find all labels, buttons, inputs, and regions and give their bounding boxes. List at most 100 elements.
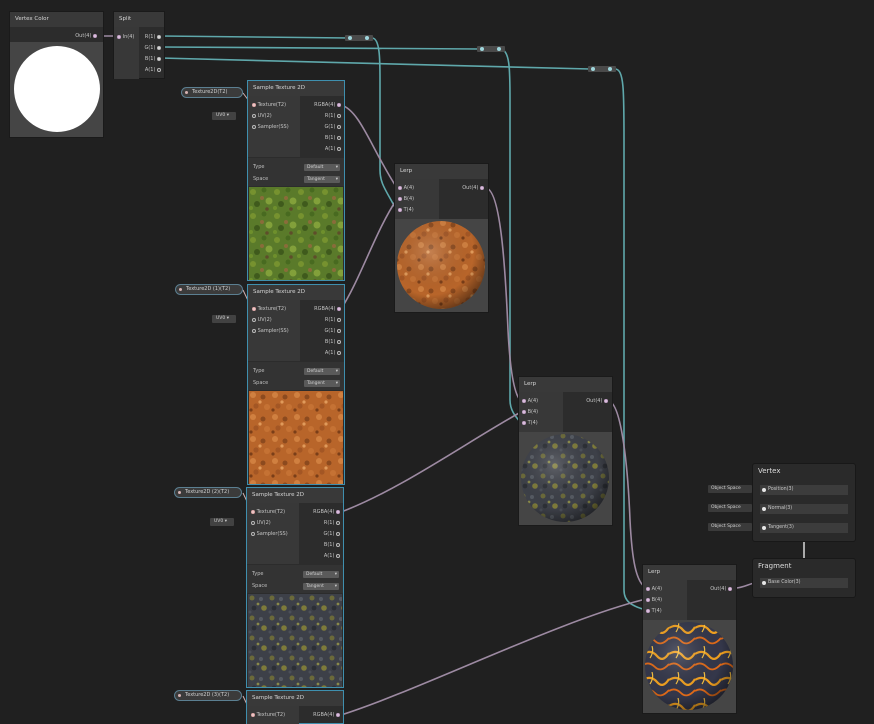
rgba-output-port[interactable]: RGBA(4) (314, 304, 341, 314)
rgba-output-port[interactable]: RGBA(4) (313, 710, 340, 720)
sampler-input-port[interactable]: Sampler(SS) (251, 529, 288, 539)
split-a-port[interactable]: A(1) (145, 65, 161, 75)
object-space-field[interactable]: Object Space (708, 523, 752, 531)
port-dot[interactable] (336, 509, 340, 514)
port-dot[interactable] (157, 45, 161, 50)
lerp-t-port[interactable]: T(4) (522, 418, 538, 428)
port-dot[interactable] (179, 288, 182, 291)
texture-input-port[interactable]: Texture(T2) (252, 100, 286, 110)
g-output-port[interactable]: G(1) (324, 122, 341, 132)
type-dropdown[interactable]: Default (304, 164, 340, 171)
vertex-color-node[interactable]: Vertex Color Out(4) (9, 11, 104, 138)
port-dot[interactable] (252, 328, 256, 333)
space-dropdown[interactable]: Tangent (304, 380, 340, 387)
lerp-out-port[interactable]: Out(4) (710, 584, 732, 594)
space-dropdown[interactable]: Tangent (303, 583, 339, 590)
lerp-node[interactable]: Lerp A(4) B(4) T(4) Out(4) (394, 163, 489, 313)
texture-property-node[interactable]: Texture2D (3)(T2) (174, 690, 242, 701)
port-dot[interactable] (646, 586, 650, 591)
lerp-b-port[interactable]: B(4) (646, 595, 662, 605)
port-dot[interactable] (337, 135, 341, 140)
b-output-port[interactable]: B(1) (325, 337, 341, 347)
g-output-port[interactable]: G(1) (323, 529, 340, 539)
port-dot[interactable] (251, 509, 255, 514)
port-dot[interactable] (337, 317, 341, 322)
texture-input-port[interactable]: Texture(T2) (252, 304, 286, 314)
port-dot[interactable] (646, 608, 650, 613)
sample-texture-2d-node[interactable]: Sample Texture 2D Texture(T2) RGBA(4) UV… (246, 487, 344, 688)
port-dot[interactable] (480, 185, 484, 190)
port-dot[interactable] (728, 586, 732, 591)
port-dot[interactable] (251, 712, 255, 717)
split-in-port[interactable]: In(4) (117, 32, 134, 42)
port-dot[interactable] (178, 491, 181, 494)
r-output-port[interactable]: R(1) (325, 315, 341, 325)
port-dot[interactable] (337, 146, 341, 151)
port-dot[interactable] (252, 102, 256, 107)
port-dot[interactable] (762, 488, 766, 492)
port-dot[interactable] (762, 507, 766, 511)
vertex-block-tangent[interactable]: Tangent(3) (759, 522, 849, 534)
uv-channel-dropdown[interactable]: UV0 ▾ (210, 518, 234, 526)
lerp-a-port[interactable]: A(4) (522, 396, 538, 406)
port-dot[interactable] (252, 124, 256, 129)
b-output-port[interactable]: B(1) (324, 540, 340, 550)
uv-channel-dropdown[interactable]: UV0 ▾ (212, 112, 236, 120)
a-output-port[interactable]: A(1) (324, 551, 340, 561)
a-output-port[interactable]: A(1) (325, 144, 341, 154)
split-node[interactable]: Split In(4) R(1) G(1) B(1) A(1) (113, 11, 165, 79)
texture-property-node[interactable]: Texture2D (1)(T2) (175, 284, 243, 295)
r-output-port[interactable]: R(1) (324, 518, 340, 528)
port-dot[interactable] (252, 317, 256, 322)
a-output-port[interactable]: A(1) (325, 348, 341, 358)
vertex-context[interactable]: Vertex Position(3) Normal(3) Tangent(3) (752, 463, 856, 542)
uv-input-port[interactable]: UV(2) (252, 315, 272, 325)
texture-input-port[interactable]: Texture(T2) (251, 507, 285, 517)
port-dot[interactable] (336, 542, 340, 547)
sampler-input-port[interactable]: Sampler(SS) (252, 326, 289, 336)
port-dot[interactable] (762, 581, 766, 585)
lerp-node[interactable]: Lerp A(4) B(4) T(4) Out(4) (642, 564, 737, 714)
port-dot[interactable] (522, 409, 526, 414)
redirect-node[interactable] (477, 46, 505, 52)
port-dot[interactable] (157, 56, 161, 61)
port-dot[interactable] (336, 531, 340, 536)
port-dot[interactable] (604, 398, 608, 403)
port-dot[interactable] (185, 91, 188, 94)
fragment-block-base-color[interactable]: Base Color(3) (759, 577, 849, 589)
r-output-port[interactable]: R(1) (325, 111, 341, 121)
sample-texture-2d-node[interactable]: Sample Texture 2D Texture(T2) RGBA(4) UV… (247, 284, 345, 485)
redirect-node[interactable] (588, 66, 616, 72)
split-g-port[interactable]: G(1) (144, 43, 161, 53)
lerp-a-port[interactable]: A(4) (646, 584, 662, 594)
port-dot[interactable] (337, 113, 341, 118)
rgba-output-port[interactable]: RGBA(4) (313, 507, 340, 517)
lerp-t-port[interactable]: T(4) (398, 205, 414, 215)
type-dropdown[interactable]: Default (304, 368, 340, 375)
port-dot[interactable] (762, 526, 766, 530)
texture-input-port[interactable]: Texture(T2) (251, 710, 285, 720)
object-space-field[interactable]: Object Space (708, 504, 752, 512)
lerp-a-port[interactable]: A(4) (398, 183, 414, 193)
b-output-port[interactable]: B(1) (325, 133, 341, 143)
object-space-field[interactable]: Object Space (708, 485, 752, 493)
port-dot[interactable] (522, 398, 526, 403)
texture-property-node[interactable]: Texture2D(T2) (181, 87, 243, 98)
vertex-block-normal[interactable]: Normal(3) (759, 503, 849, 515)
port-dot[interactable] (336, 520, 340, 525)
lerp-b-port[interactable]: B(4) (522, 407, 538, 417)
redirect-node[interactable] (345, 35, 373, 41)
sampler-input-port[interactable]: Sampler(SS) (252, 122, 289, 132)
split-b-port[interactable]: B(1) (145, 54, 161, 64)
port-dot[interactable] (336, 553, 340, 558)
lerp-node[interactable]: Lerp A(4) B(4) T(4) Out(4) (518, 376, 613, 526)
port-dot[interactable] (337, 350, 341, 355)
port-dot[interactable] (336, 712, 340, 717)
port-dot[interactable] (251, 520, 255, 525)
sample-texture-2d-node[interactable]: Sample Texture 2D Texture(T2) RGBA(4) (246, 690, 344, 724)
port-dot[interactable] (337, 124, 341, 129)
g-output-port[interactable]: G(1) (324, 326, 341, 336)
port-dot[interactable] (522, 420, 526, 425)
lerp-t-port[interactable]: T(4) (646, 606, 662, 616)
port-dot[interactable] (252, 306, 256, 311)
